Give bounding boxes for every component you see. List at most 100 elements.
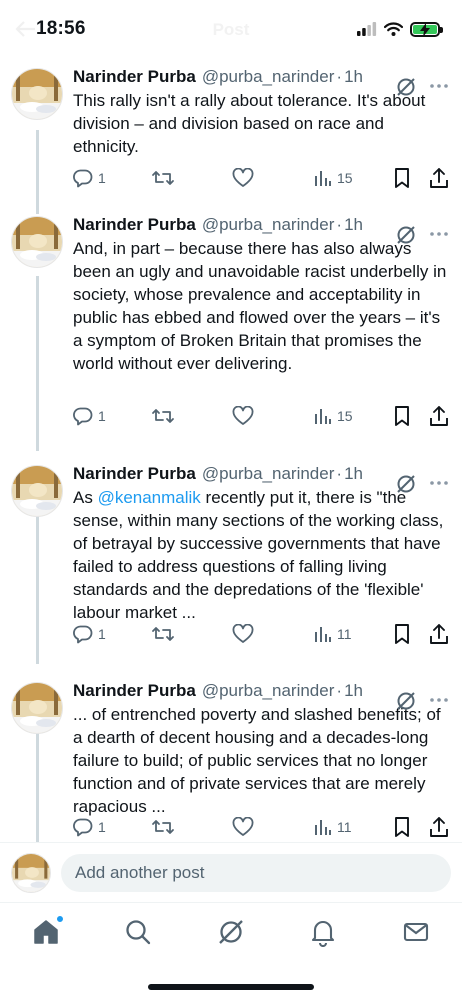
- views-icon: [315, 627, 331, 642]
- reply-count: 1: [98, 408, 106, 424]
- tweet-text: This rally isn't a rally about tolerance…: [73, 91, 426, 156]
- share-button[interactable]: [429, 404, 449, 428]
- heart-icon: [232, 406, 254, 425]
- tweet-actions: 1 11: [73, 622, 451, 646]
- share-icon: [430, 406, 448, 426]
- status-icons: [357, 19, 443, 39]
- separator-dot: ·: [336, 681, 343, 700]
- bookmark-button[interactable]: [393, 815, 411, 839]
- bookmark-button[interactable]: [393, 166, 411, 190]
- views-count: 11: [337, 819, 352, 835]
- repost-button[interactable]: [151, 622, 175, 646]
- tweet-text-rest: recently put it, there is "the sense, wi…: [73, 488, 444, 622]
- home-indicator[interactable]: [148, 984, 314, 990]
- repost-button[interactable]: [151, 404, 175, 428]
- author-handle[interactable]: @purba_narinder: [202, 215, 335, 235]
- tab-search[interactable]: [123, 917, 153, 947]
- share-button[interactable]: [429, 815, 449, 839]
- more-options-icon[interactable]: [427, 471, 451, 495]
- reply-button[interactable]: 1: [73, 815, 106, 839]
- heart-icon: [232, 624, 254, 643]
- tab-grok[interactable]: [216, 917, 246, 947]
- views-button[interactable]: 15: [314, 404, 353, 428]
- like-button[interactable]: [232, 622, 254, 646]
- grok-icon[interactable]: [395, 76, 417, 98]
- wifi-icon: [384, 22, 403, 36]
- more-options-icon[interactable]: [427, 74, 451, 98]
- reply-count: 1: [98, 819, 106, 835]
- separator-dot: ·: [336, 67, 343, 86]
- repost-icon: [152, 409, 174, 423]
- share-button[interactable]: [429, 166, 449, 190]
- views-count: 11: [337, 626, 352, 642]
- tweet-actions: 1 11: [73, 815, 451, 839]
- tweet[interactable]: Narinder Purba @purba_narinder · 1h And,…: [0, 206, 462, 442]
- avatar[interactable]: [11, 465, 63, 517]
- separator-dot: ·: [336, 215, 343, 234]
- like-button[interactable]: [232, 815, 254, 839]
- share-icon: [430, 817, 448, 837]
- tab-messages[interactable]: [401, 917, 431, 947]
- tweet[interactable]: Narinder Purba @purba_narinder · 1h ... …: [0, 672, 462, 842]
- author-handle[interactable]: @purba_narinder: [202, 67, 335, 87]
- search-icon: [126, 920, 151, 945]
- mention-link[interactable]: @kenanmalik: [98, 488, 201, 507]
- avatar[interactable]: [11, 682, 63, 734]
- tweet[interactable]: Narinder Purba @purba_narinder · 1h As @…: [0, 455, 462, 661]
- tab-home[interactable]: [31, 915, 64, 947]
- views-icon: [315, 820, 331, 835]
- repost-icon: [152, 820, 174, 834]
- reply-count: 1: [98, 170, 106, 186]
- author-name[interactable]: Narinder Purba: [73, 215, 196, 235]
- share-icon: [430, 624, 448, 644]
- tweet-age: 1h: [344, 67, 363, 86]
- bookmark-button[interactable]: [393, 404, 411, 428]
- bookmark-button[interactable]: [393, 622, 411, 646]
- grok-icon[interactable]: [395, 690, 417, 712]
- heart-icon: [232, 168, 254, 187]
- tweet-text-prefix: As: [73, 488, 98, 507]
- tweet-text: As @kenanmalik recently put it, there is…: [73, 486, 451, 624]
- tab-notifications[interactable]: [308, 917, 338, 947]
- tweet-age: 1h: [344, 681, 363, 700]
- bookmark-icon: [395, 817, 409, 837]
- grok-icon[interactable]: [395, 473, 417, 495]
- author-name[interactable]: Narinder Purba: [73, 464, 196, 484]
- author-name[interactable]: Narinder Purba: [73, 681, 196, 701]
- reply-button[interactable]: 1: [73, 622, 106, 646]
- grok-icon[interactable]: [395, 224, 417, 246]
- reply-button[interactable]: 1: [73, 404, 106, 428]
- grok-icon: [219, 920, 243, 944]
- reply-composer: Add another post: [0, 842, 462, 902]
- views-count: 15: [337, 408, 353, 424]
- reply-icon: [73, 625, 93, 644]
- separator-dot: ·: [336, 464, 343, 483]
- reply-icon: [73, 169, 93, 188]
- tweet[interactable]: Narinder Purba @purba_narinder · 1h This…: [0, 58, 462, 204]
- repost-button[interactable]: [151, 815, 175, 839]
- bell-icon: [311, 921, 335, 947]
- unread-dot: [56, 915, 64, 923]
- views-button[interactable]: 15: [314, 166, 353, 190]
- status-time: 18:56: [36, 18, 86, 39]
- tweet-age: 1h: [344, 464, 363, 483]
- battery-icon: [410, 21, 443, 37]
- more-options-icon[interactable]: [427, 222, 451, 246]
- author-name[interactable]: Narinder Purba: [73, 67, 196, 87]
- author-handle[interactable]: @purba_narinder: [202, 464, 335, 484]
- repost-icon: [152, 627, 174, 641]
- repost-button[interactable]: [151, 166, 175, 190]
- like-button[interactable]: [232, 404, 254, 428]
- views-button[interactable]: 11: [314, 622, 352, 646]
- avatar[interactable]: [11, 216, 63, 268]
- status-bar: Post 18:56: [0, 0, 462, 58]
- like-button[interactable]: [232, 166, 254, 190]
- views-icon: [315, 409, 331, 424]
- more-options-icon[interactable]: [427, 688, 451, 712]
- author-handle[interactable]: @purba_narinder: [202, 681, 335, 701]
- views-button[interactable]: 11: [314, 815, 352, 839]
- avatar[interactable]: [11, 68, 63, 120]
- reply-button[interactable]: 1: [73, 166, 106, 190]
- share-button[interactable]: [429, 622, 449, 646]
- add-post-input[interactable]: Add another post: [61, 854, 451, 892]
